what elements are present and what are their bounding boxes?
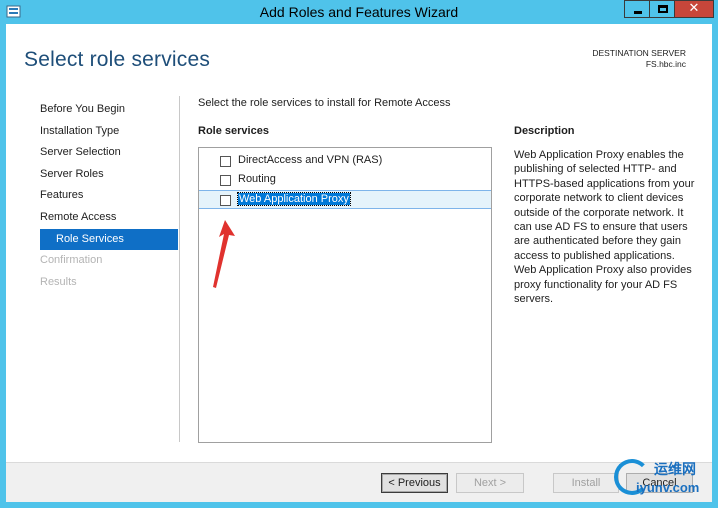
role-service-row-web-application-proxy[interactable]: Web Application Proxy: [199, 190, 491, 209]
nav-item-features[interactable]: Features: [40, 185, 178, 207]
annotation-arrow-icon: [213, 220, 235, 288]
web-application-proxy-checkbox[interactable]: [220, 195, 231, 206]
role-service-label: DirectAccess and VPN (RAS): [238, 154, 383, 166]
maximize-button[interactable]: [649, 0, 675, 18]
nav-item-before-you-begin[interactable]: Before You Begin: [40, 99, 178, 121]
nav-item-results: Results: [40, 275, 77, 288]
role-service-label: Web Application Proxy: [237, 192, 351, 206]
description-header: Description: [514, 125, 575, 137]
nav-divider: [179, 96, 180, 442]
minimize-button[interactable]: [624, 0, 650, 18]
nav-item-server-roles[interactable]: Server Roles: [40, 164, 178, 186]
watermark-bottom-text: iyunv.com: [636, 480, 700, 495]
role-service-row-routing[interactable]: Routing: [199, 171, 491, 190]
nav-item-role-services[interactable]: Role Services: [40, 228, 178, 251]
minimize-icon: [634, 11, 642, 14]
wizard-footer: < Previous Next > Install Cancel: [6, 462, 712, 502]
destination-server-value: FS.hbc.inc: [645, 59, 686, 69]
role-services-list[interactable]: DirectAccess and VPN (RAS) Routing Web A…: [198, 147, 492, 443]
nav-item-remote-access[interactable]: Remote Access: [40, 207, 178, 229]
directaccess-checkbox[interactable]: [220, 156, 231, 167]
maximize-icon: [658, 5, 668, 13]
role-service-label: Routing: [238, 173, 276, 185]
window-title: Add Roles and Features Wizard: [259, 4, 459, 20]
nav-item-confirmation: Confirmation: [40, 254, 103, 267]
close-icon: ✕: [688, 1, 700, 16]
nav-item-server-selection[interactable]: Server Selection: [40, 142, 178, 164]
close-button[interactable]: ✕: [674, 0, 714, 18]
watermark-logo: 运维网 iyunv.com: [612, 455, 712, 501]
destination-server-label: DESTINATION SERVER: [592, 48, 686, 58]
wizard-nav: Before You Begin Installation Type Serve…: [40, 99, 178, 293]
previous-button[interactable]: < Previous: [381, 473, 448, 493]
wizard-client-area: Select role services DESTINATION SERVER …: [6, 24, 712, 502]
instruction-text: Select the role services to install for …: [198, 97, 451, 109]
next-button[interactable]: Next >: [456, 473, 524, 493]
title-bar[interactable]: Add Roles and Features Wizard ✕: [0, 0, 718, 24]
role-services-header: Role services: [198, 125, 269, 137]
install-button[interactable]: Install: [553, 473, 619, 493]
wizard-window: Add Roles and Features Wizard ✕ Select r…: [0, 0, 718, 508]
role-service-row-directaccess[interactable]: DirectAccess and VPN (RAS): [199, 152, 491, 171]
description-text: Web Application Proxy enables the publis…: [514, 149, 695, 306]
watermark-top-text: 运维网: [654, 462, 696, 478]
routing-checkbox[interactable]: [220, 175, 231, 186]
page-title: Select role services: [24, 48, 211, 71]
nav-item-installation-type[interactable]: Installation Type: [40, 121, 178, 143]
